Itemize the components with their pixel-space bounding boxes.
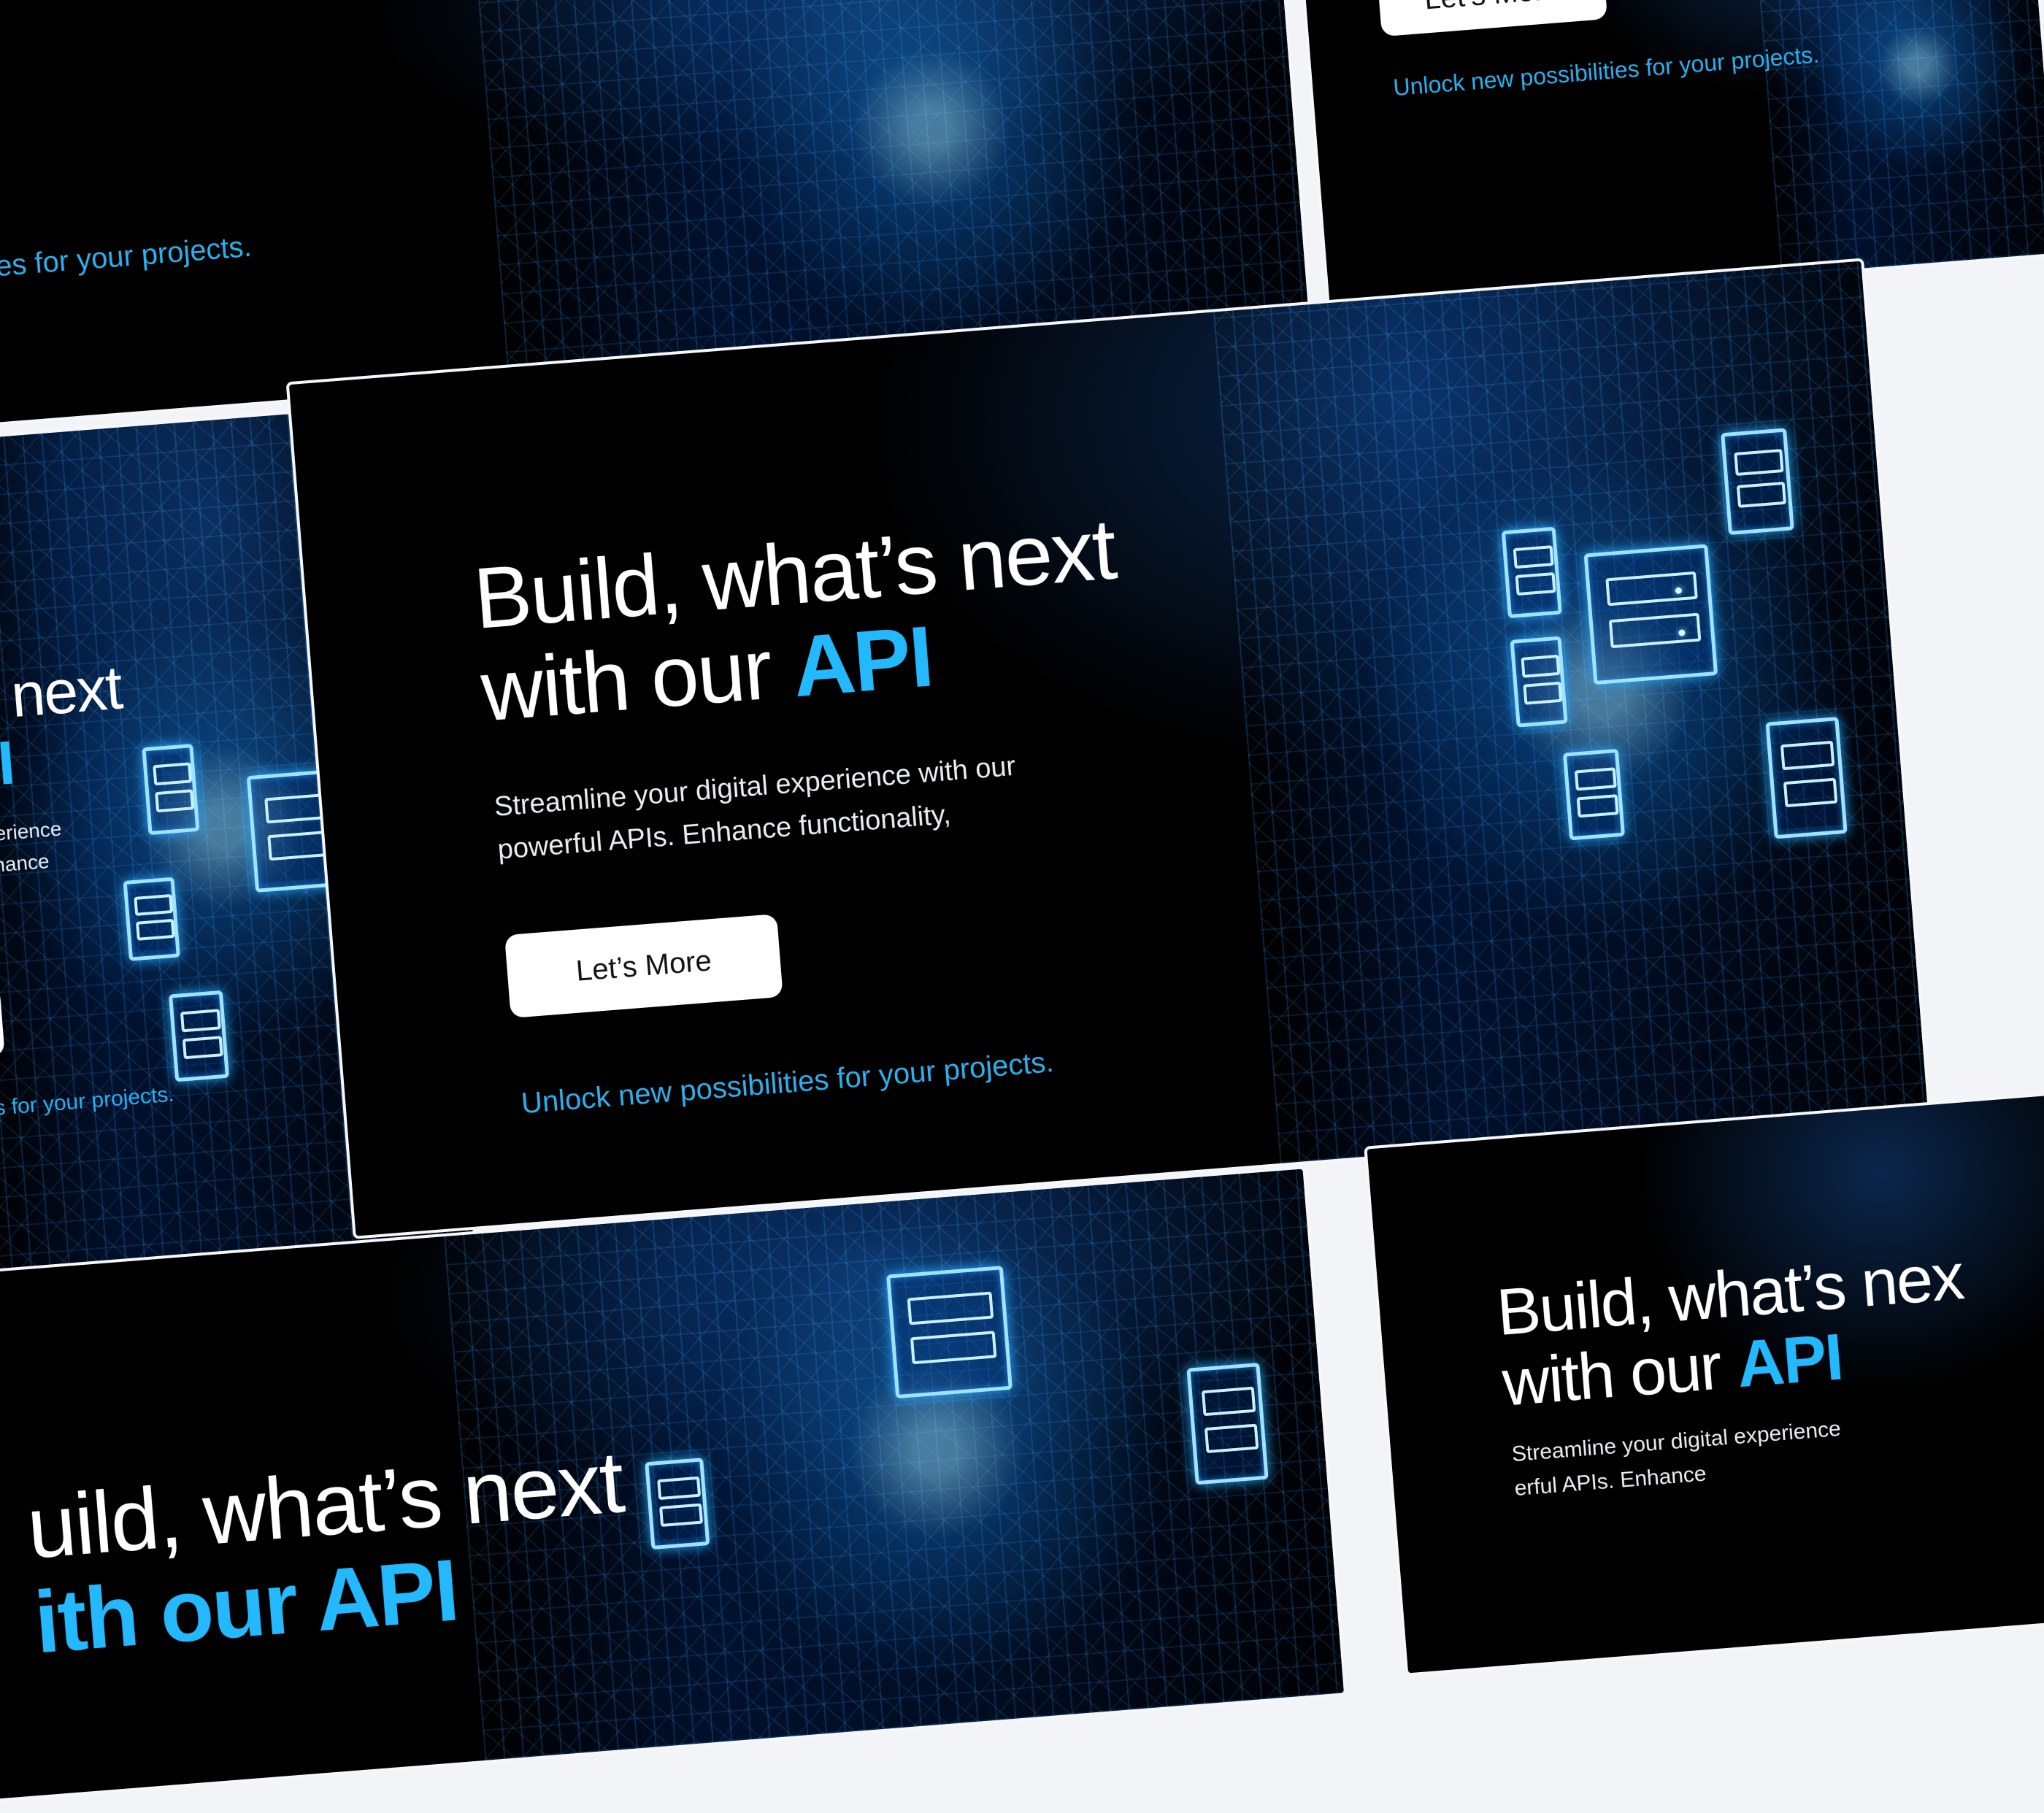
banner-main: Build, what’s next with our API Streamli… [288,261,1929,1236]
subtitle-line1: Streamline your digital experience [1510,1416,1842,1467]
headline: Build, what’s next with our API [471,501,1126,740]
banner-top-right: Let’s More Unlock new possibilities for … [1300,0,2044,310]
lets-more-button[interactable]: Let’s More [504,913,783,1018]
headline-highlight: API [789,608,936,716]
subtitle-line2: ls. Enhance [0,850,50,880]
lets-more-button[interactable]: Let’s More [1376,0,1608,37]
headline: uild, what’s next ith our API [23,1433,634,1671]
subtitle-line1: al experience [0,817,63,850]
unlock-link[interactable]: Unlock new possibilities for your projec… [520,1046,1055,1120]
subtitle: Streamline your digital experience erful… [1510,1412,1845,1506]
unlock-link[interactable]: sibilities for your projects. [0,1082,175,1126]
headline: hat’s next r API [0,653,128,807]
headline-line1: hat’s next [0,653,124,741]
banner-bottom-right: Build, what’s nex with our API Streamlin… [1367,1092,2044,1674]
subtitle: Streamline your digital experience with … [493,745,1021,872]
unlock-link[interactable]: possibilities for your projects. [0,231,253,293]
banner-bottom-left: uild, what’s next ith our API [0,1169,1344,1808]
subtitle: al experience ls. Enhance [0,813,65,886]
unlock-link[interactable]: Unlock new possibilities for your projec… [1392,41,1820,101]
subtitle-line2: erful APIs. Enhance [1513,1460,1707,1501]
headline: Build, what’s nex with our API [1494,1240,1971,1420]
headline-highlight: r API [0,728,16,807]
headline-highlight: API [1734,1320,1845,1402]
lets-more-button[interactable] [0,985,5,1065]
